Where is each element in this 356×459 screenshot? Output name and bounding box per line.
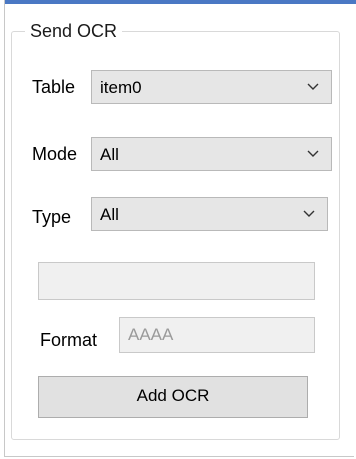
groupbox-title: Send OCR	[25, 20, 123, 42]
type-select[interactable]: All	[91, 197, 328, 231]
format-label: Format	[40, 330, 98, 350]
add-ocr-button[interactable]: Add OCR	[38, 376, 308, 418]
chevron-down-icon	[307, 83, 319, 90]
type-select-value: All	[100, 205, 119, 224]
panel-accent-bar	[5, 0, 356, 4]
mode-select[interactable]: All	[91, 137, 332, 171]
table-select[interactable]: item0	[91, 70, 332, 104]
table-select-value: item0	[100, 78, 142, 97]
format-input[interactable]: AAAA	[119, 317, 315, 353]
table-label: Table	[32, 77, 76, 97]
format-input-value: AAAA	[128, 325, 174, 344]
ocr-text-input[interactable]	[38, 262, 315, 300]
mode-label: Mode	[32, 144, 78, 164]
chevron-down-icon	[303, 210, 315, 217]
type-label: Type	[32, 207, 72, 227]
mode-select-value: All	[100, 145, 119, 164]
chevron-down-icon	[307, 150, 319, 157]
